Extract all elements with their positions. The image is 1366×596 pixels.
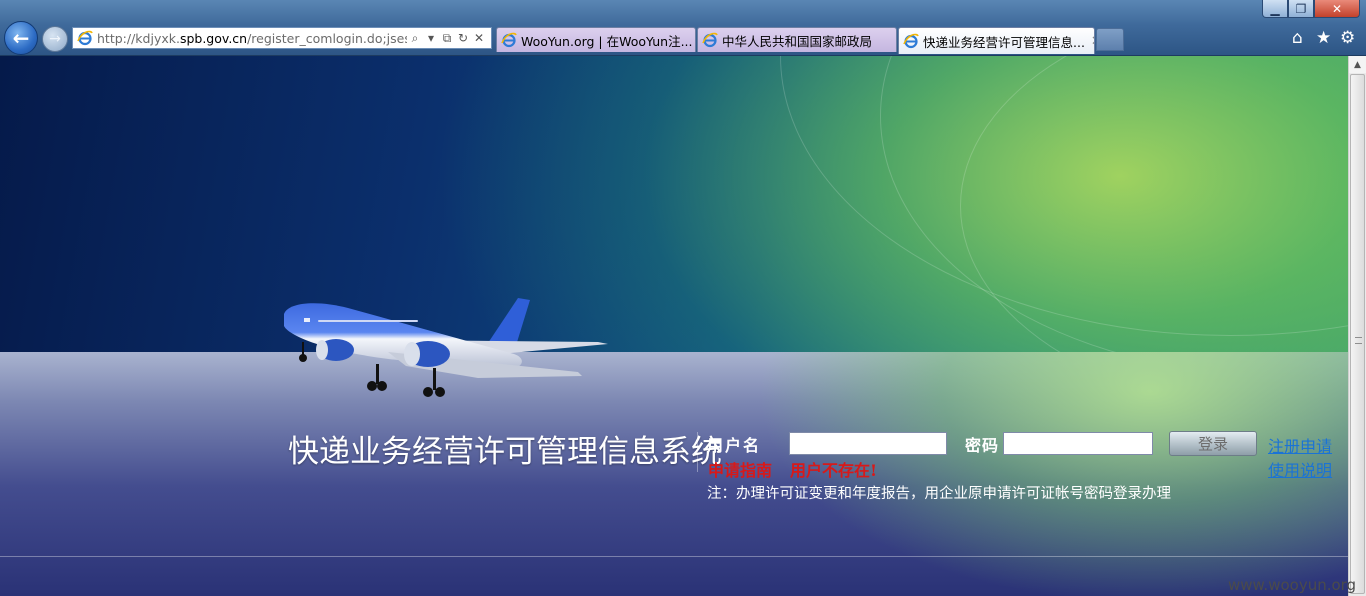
ie-page-icon xyxy=(77,30,93,46)
scroll-grip-icon xyxy=(1355,337,1362,344)
ie-page-icon xyxy=(501,32,517,48)
dropdown-icon[interactable]: ▾ xyxy=(423,31,439,45)
close-window-button[interactable]: ✕ xyxy=(1314,0,1360,18)
tab-label: 快递业务经营许可管理信息... xyxy=(923,34,1085,50)
back-button[interactable]: ← xyxy=(4,21,38,55)
username-field[interactable] xyxy=(789,432,947,455)
minimize-button[interactable]: ▁ xyxy=(1262,0,1288,18)
refresh-icon[interactable]: ↻ xyxy=(455,31,471,45)
login-note: 注：办理许可证变更和年度报告，用企业原申请许可证帐号密码登录办理 xyxy=(707,486,1171,502)
stop-icon[interactable]: ✕ xyxy=(471,31,487,45)
tab-wooyun[interactable]: WooYun.org | 在WooYun注... xyxy=(496,27,696,52)
browser-chrome: ▁ ❐ ✕ ← → http://kdjyxk.spb.gov.cn/regis… xyxy=(0,0,1366,56)
error-message: 用户不存在! xyxy=(790,461,878,480)
forward-button[interactable]: → xyxy=(42,26,68,52)
gear-icon[interactable]: ⚙ xyxy=(1340,28,1355,48)
tab-post-office[interactable]: 中华人民共和国国家邮政局 xyxy=(697,27,897,52)
back-arrow-icon: ← xyxy=(12,26,30,50)
ie-page-icon xyxy=(702,32,718,48)
address-url[interactable]: http://kdjyxk.spb.gov.cn/register_comlog… xyxy=(97,31,407,46)
new-tab-button[interactable] xyxy=(1096,28,1124,51)
application-guide-link[interactable]: 申请指南 xyxy=(708,457,772,481)
forward-arrow-icon: → xyxy=(49,31,61,47)
tab-close-icon[interactable]: ✕ xyxy=(1091,34,1094,49)
search-icon[interactable]: ⌕ xyxy=(407,31,423,46)
register-link[interactable]: 注册申请 xyxy=(1268,433,1332,457)
scroll-up-arrow-icon[interactable]: ▲ xyxy=(1349,56,1366,73)
password-label: 密码 xyxy=(965,436,1000,455)
horizon-band xyxy=(0,352,1348,596)
ie-page-icon xyxy=(903,33,919,49)
address-bar[interactable]: http://kdjyxk.spb.gov.cn/register_comlog… xyxy=(72,27,492,49)
vertical-scrollbar[interactable]: ▲ xyxy=(1348,56,1366,596)
divider-line xyxy=(0,556,1348,557)
tab-label: WooYun.org | 在WooYun注... xyxy=(521,33,693,49)
watermark: www.wooyun.org xyxy=(1228,576,1357,594)
username-label: 用户名 xyxy=(707,436,762,455)
home-icon[interactable]: ⌂ xyxy=(1292,28,1303,48)
page-viewport: 快递业务经营许可管理信息系统 用户名 密码 登录 注册申请 使用说明 申请指南 … xyxy=(0,56,1348,596)
tab-label: 中华人民共和国国家邮政局 xyxy=(722,33,873,49)
airplane-graphic xyxy=(284,298,608,397)
password-field[interactable] xyxy=(1003,432,1153,455)
compatibility-view-icon[interactable]: ⧉ xyxy=(439,31,455,46)
title-divider xyxy=(697,432,698,472)
tab-license-system[interactable]: 快递业务经营许可管理信息... ✕ xyxy=(898,27,1095,54)
maximize-button[interactable]: ❐ xyxy=(1288,0,1314,18)
help-link[interactable]: 使用说明 xyxy=(1268,457,1332,481)
system-title: 快递业务经营许可管理信息系统 xyxy=(288,434,722,470)
login-button[interactable]: 登录 xyxy=(1169,431,1257,456)
star-icon[interactable]: ★ xyxy=(1316,28,1331,48)
scroll-thumb[interactable] xyxy=(1350,74,1365,594)
